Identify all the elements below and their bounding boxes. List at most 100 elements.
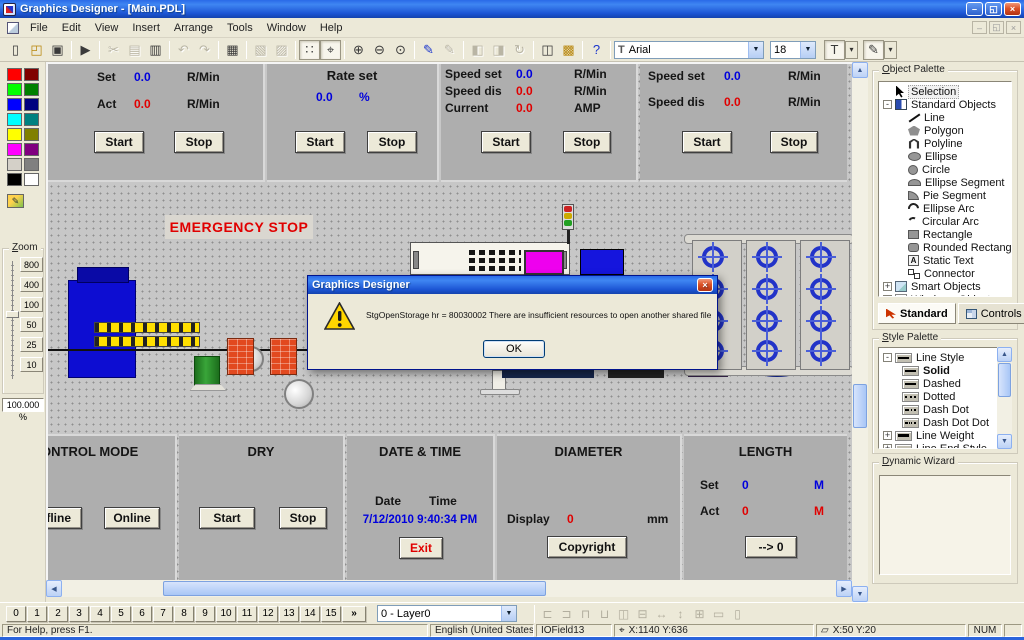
new-icon[interactable]: ▯	[5, 40, 26, 60]
collapse-icon[interactable]: -	[883, 353, 892, 362]
chevron-down-icon[interactable]: ▼	[748, 41, 763, 58]
expand-icon[interactable]: +	[883, 431, 892, 440]
io-field[interactable]: 0.0	[134, 70, 151, 84]
same-height-icon[interactable]: ▭	[709, 605, 728, 622]
vertical-scroll-thumb[interactable]	[853, 384, 867, 428]
start-button[interactable]: Start	[481, 131, 531, 153]
color-swatch[interactable]	[7, 158, 22, 171]
color-swatch[interactable]	[24, 113, 39, 126]
zoom-level-button[interactable]: 50	[20, 317, 43, 332]
distribute-horizontal-icon[interactable]: ↔	[652, 605, 671, 622]
io-field[interactable]: 0.0	[516, 67, 533, 81]
undo-icon[interactable]: ↶	[173, 40, 194, 60]
center-vertical-icon[interactable]: ⊟	[633, 605, 652, 622]
zoom-slider[interactable]	[11, 261, 14, 379]
palette-item-pie-segment[interactable]: Pie Segment	[882, 189, 1011, 202]
layer-tab-11[interactable]: 11	[237, 605, 257, 622]
menu-view[interactable]: View	[88, 20, 126, 36]
io-field[interactable]: 0.0	[724, 95, 741, 109]
style-item-dash-dot[interactable]: Dash Dot	[882, 403, 997, 416]
expand-icon[interactable]: +	[883, 282, 892, 291]
spool-symbol[interactable]	[806, 306, 836, 336]
scroll-right-icon[interactable]: ▶	[836, 580, 852, 597]
style-item-dashed[interactable]: Dashed	[882, 377, 997, 390]
tab-controls[interactable]: Controls	[957, 303, 1024, 324]
color-swatch[interactable]	[7, 143, 22, 156]
layer-select[interactable]: 0 - Layer0 ▼	[377, 605, 517, 622]
horizontal-scrollbar[interactable]: ◀ ▶	[46, 580, 852, 597]
color-swatch[interactable]	[7, 173, 22, 186]
offline-button[interactable]: Offline	[48, 507, 82, 529]
menu-window[interactable]: Window	[260, 20, 313, 36]
center-horizontal-icon[interactable]: ◫	[614, 605, 633, 622]
grid-icon[interactable]: ∷	[299, 39, 320, 60]
color-swatch[interactable]	[24, 143, 39, 156]
layer-tab-10[interactable]: 10	[216, 605, 236, 622]
palette-item-selection[interactable]: Selection	[882, 84, 1011, 99]
vertical-scrollbar[interactable]: ▲ ▼	[852, 62, 868, 602]
style-scrollbar[interactable]: ▲ ▼	[997, 347, 1012, 449]
align-right-icon[interactable]: ⊐	[557, 605, 576, 622]
tab-standard[interactable]: Standard	[878, 303, 956, 324]
palette-item-rectangle[interactable]: Rectangle	[882, 228, 1011, 241]
palette-item-windows-objects[interactable]: + Windows Objects	[882, 293, 1011, 296]
io-field[interactable]: 0	[742, 478, 749, 492]
color-swatch[interactable]	[24, 158, 39, 171]
zoom-level-button[interactable]: 400	[20, 277, 43, 292]
layer-tab-13[interactable]: 13	[279, 605, 299, 622]
font-family-select[interactable]: T Arial ▼	[614, 40, 764, 59]
zoom-out-icon[interactable]: ⊖	[369, 40, 390, 60]
palette-item-circular-arc[interactable]: Circular Arc	[882, 215, 1011, 228]
edit-points-icon[interactable]: ✎	[418, 40, 439, 60]
properties-icon[interactable]: ◫	[537, 40, 558, 60]
spool-symbol[interactable]	[806, 274, 836, 304]
line-color-icon[interactable]: ✎	[863, 39, 884, 60]
cut-icon[interactable]: ✂	[103, 40, 124, 60]
reset-button[interactable]: --> 0	[745, 536, 797, 558]
palette-item-ellipse-arc[interactable]: Ellipse Arc	[882, 200, 1011, 217]
io-field[interactable]: 0.0	[724, 69, 741, 83]
palette-item-rounded-rectangle[interactable]: Rounded Rectangle	[882, 241, 1011, 254]
style-item-dash-dot-dot[interactable]: Dash Dot Dot	[882, 416, 997, 429]
spool-symbol[interactable]	[752, 306, 782, 336]
zoom-level-button[interactable]: 25	[20, 337, 43, 352]
restore-icon[interactable]: ◱	[985, 2, 1002, 16]
dialog-title-bar[interactable]: Graphics Designer ×	[308, 276, 717, 294]
color-swatch[interactable]	[7, 98, 22, 111]
color-picker-icon[interactable]: ✎	[7, 194, 24, 208]
online-button[interactable]: Online	[104, 507, 160, 529]
color-swatch[interactable]	[24, 68, 39, 81]
palette-item-polyline[interactable]: Polyline	[882, 137, 1011, 150]
font-size-select[interactable]: 18 ▼	[770, 40, 816, 59]
menu-help[interactable]: Help	[313, 20, 350, 36]
style-item-line-weight[interactable]: + Line Weight	[882, 429, 997, 442]
copy-icon[interactable]: ▤	[124, 40, 145, 60]
start-button[interactable]: Start	[295, 131, 345, 153]
layer-tab-8[interactable]: 8	[174, 605, 194, 622]
zoom-value-field[interactable]: 100.000 %	[2, 398, 44, 422]
stop-button[interactable]: Stop	[770, 131, 818, 153]
layer-tab-12[interactable]: 12	[258, 605, 278, 622]
close-icon[interactable]: ×	[1004, 2, 1021, 16]
io-field[interactable]: 0	[567, 512, 574, 526]
style-item-solid[interactable]: Solid	[882, 364, 997, 377]
color-swatch[interactable]	[24, 98, 39, 111]
color-swatch[interactable]	[24, 173, 39, 186]
style-item-line-end-style[interactable]: + Line End Style	[882, 442, 997, 448]
paste-icon[interactable]: ▥	[145, 40, 166, 60]
expand-icon[interactable]: +	[883, 295, 892, 296]
spool-symbol[interactable]	[752, 242, 782, 272]
scroll-down-icon[interactable]: ▼	[997, 434, 1012, 449]
emergency-stop-label[interactable]: EMERGENCY STOP	[165, 215, 313, 239]
save-icon[interactable]: ▣	[47, 40, 68, 60]
io-field[interactable]: 0.0	[516, 101, 533, 115]
distribute-vertical-icon[interactable]: ↕	[671, 605, 690, 622]
minimize-icon[interactable]: –	[966, 2, 983, 16]
zoom-level-button[interactable]: 100	[20, 297, 43, 312]
stop-button[interactable]: Stop	[174, 131, 224, 153]
menu-insert[interactable]: Insert	[125, 20, 167, 36]
color-swatch[interactable]	[24, 128, 39, 141]
menu-edit[interactable]: Edit	[55, 20, 88, 36]
layer-tab-15[interactable]: 15	[321, 605, 341, 622]
layer-tab-9[interactable]: 9	[195, 605, 215, 622]
